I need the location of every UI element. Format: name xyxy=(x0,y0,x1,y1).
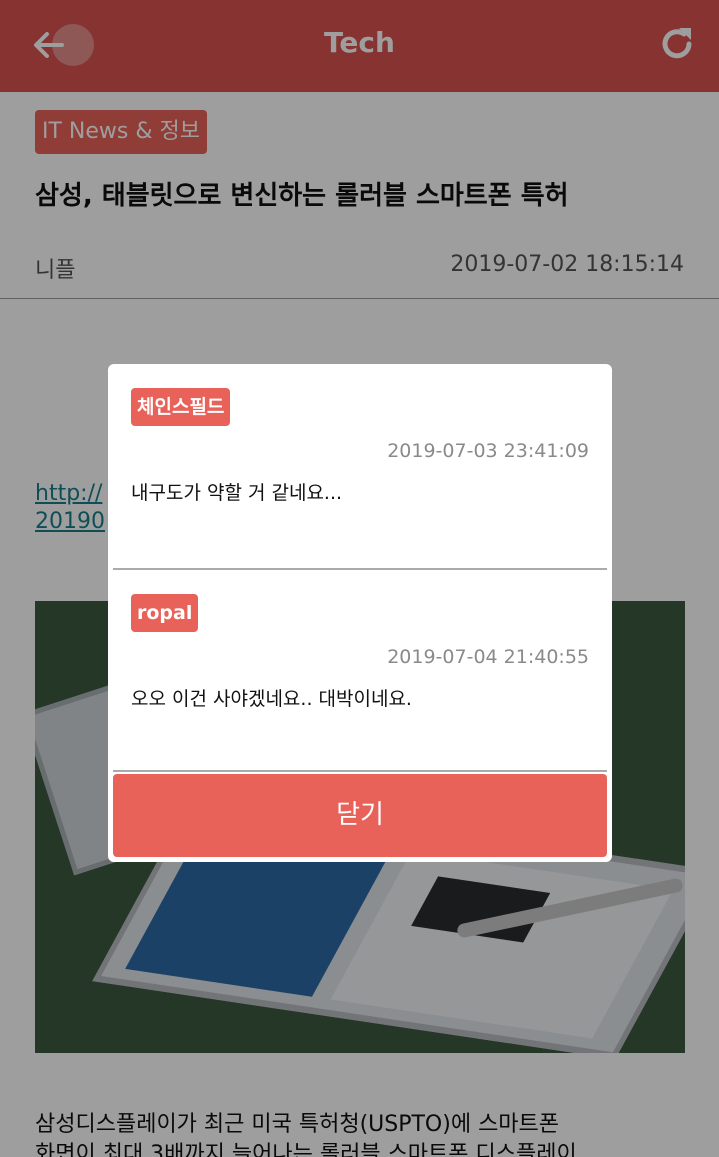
comment-date: 2019-07-03 23:41:09 xyxy=(387,440,589,462)
comments-dialog: 체인스필드 2019-07-03 23:41:09 내구도가 약할 거 같네요.… xyxy=(108,364,612,862)
comment-item: 체인스필드 2019-07-03 23:41:09 내구도가 약할 거 같네요.… xyxy=(113,364,607,570)
comment-nickname: 체인스필드 xyxy=(131,388,231,426)
comment-text: 내구도가 약할 거 같네요... xyxy=(131,482,343,504)
comment-divider xyxy=(113,770,607,772)
comment-nickname: ropal xyxy=(131,594,199,632)
comment-item: ropal 2019-07-04 21:40:55 오오 이건 사야겠네요.. … xyxy=(113,570,607,772)
close-button[interactable]: 닫기 xyxy=(113,774,607,857)
comment-text: 오오 이건 사야겠네요.. 대박이네요. xyxy=(131,688,412,710)
comment-date: 2019-07-04 21:40:55 xyxy=(387,646,589,668)
